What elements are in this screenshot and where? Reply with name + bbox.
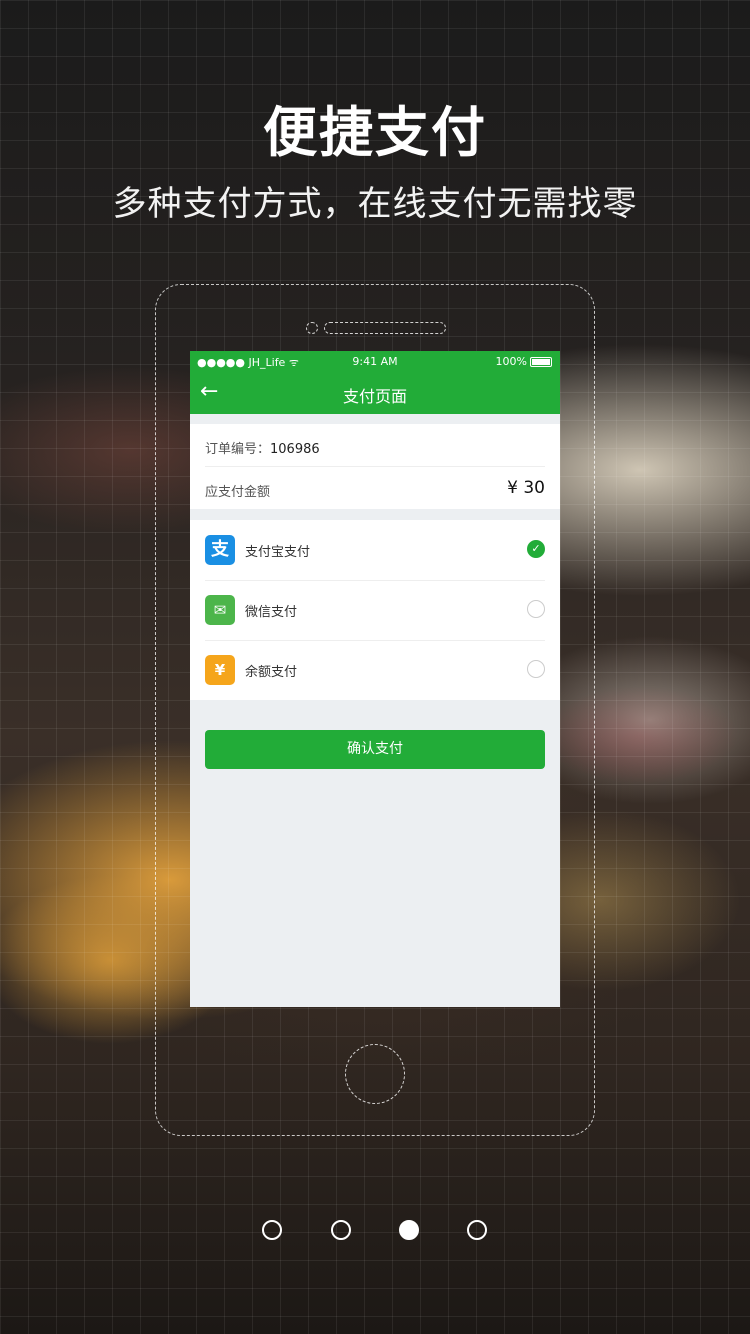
page-indicator (0, 1220, 750, 1244)
alipay-icon: 支 (205, 535, 235, 565)
payment-option-label: 支付宝支付 (245, 545, 311, 560)
payment-option-wechat[interactable]: ✉ 微信支付 (190, 580, 560, 639)
nav-bar: ← 支付页面 (190, 371, 560, 414)
amount-label: 应支付金额 (205, 485, 271, 500)
radio-unchecked-icon[interactable] (527, 660, 545, 678)
order-number-label: 订单编号： (205, 442, 271, 457)
battery-icon (530, 357, 552, 367)
app-header: ●●●●● JH_Life ᯤ 9:41 AM 100% ← 支付页面 (190, 351, 560, 414)
phone-speaker-icon (324, 322, 446, 334)
payment-option-label: 余额支付 (245, 665, 298, 680)
radio-unchecked-icon[interactable] (527, 600, 545, 618)
page-dot-1[interactable] (262, 1220, 282, 1240)
page-dot-2[interactable] (331, 1220, 351, 1240)
confirm-payment-button[interactable]: 确认支付 (205, 730, 545, 769)
order-number-row: 订单编号：106986 (205, 424, 545, 467)
page-dot-3-active[interactable] (399, 1220, 419, 1240)
status-bar: ●●●●● JH_Life ᯤ 9:41 AM 100% (190, 351, 560, 371)
battery-status: 100% (496, 355, 552, 368)
page-dot-4[interactable] (467, 1220, 487, 1240)
page-title: 支付页面 (342, 387, 407, 406)
balance-bag-icon: ¥ (205, 655, 235, 685)
amount-value: ¥ 30 (507, 478, 545, 498)
subheadline: 多种支付方式，在线支付无需找零 (112, 184, 638, 224)
order-number-text: 订单编号：106986 (205, 438, 320, 457)
radio-checked-icon[interactable]: ✓ (527, 540, 545, 558)
order-number-value: 106986 (270, 442, 320, 457)
phone-screen: ●●●●● JH_Life ᯤ 9:41 AM 100% ← 支付页面 订单编号… (190, 351, 560, 1007)
battery-percent: 100% (495, 355, 527, 368)
payment-option-label: 微信支付 (245, 605, 298, 620)
amount-row: 应支付金额 ¥ 30 (205, 467, 545, 509)
payment-methods-list: 支 支付宝支付 ✓ ✉ 微信支付 ¥ 余额支付 (190, 520, 560, 700)
wechat-icon: ✉ (205, 595, 235, 625)
phone-camera-icon (306, 322, 318, 334)
headline: 便捷支付 (263, 101, 487, 164)
order-info-card: 订单编号：106986 应支付金额 ¥ 30 (190, 424, 560, 509)
payment-option-balance[interactable]: ¥ 余额支付 (190, 640, 560, 699)
phone-home-button-icon (345, 1044, 405, 1104)
payment-option-alipay[interactable]: 支 支付宝支付 ✓ (190, 520, 560, 579)
